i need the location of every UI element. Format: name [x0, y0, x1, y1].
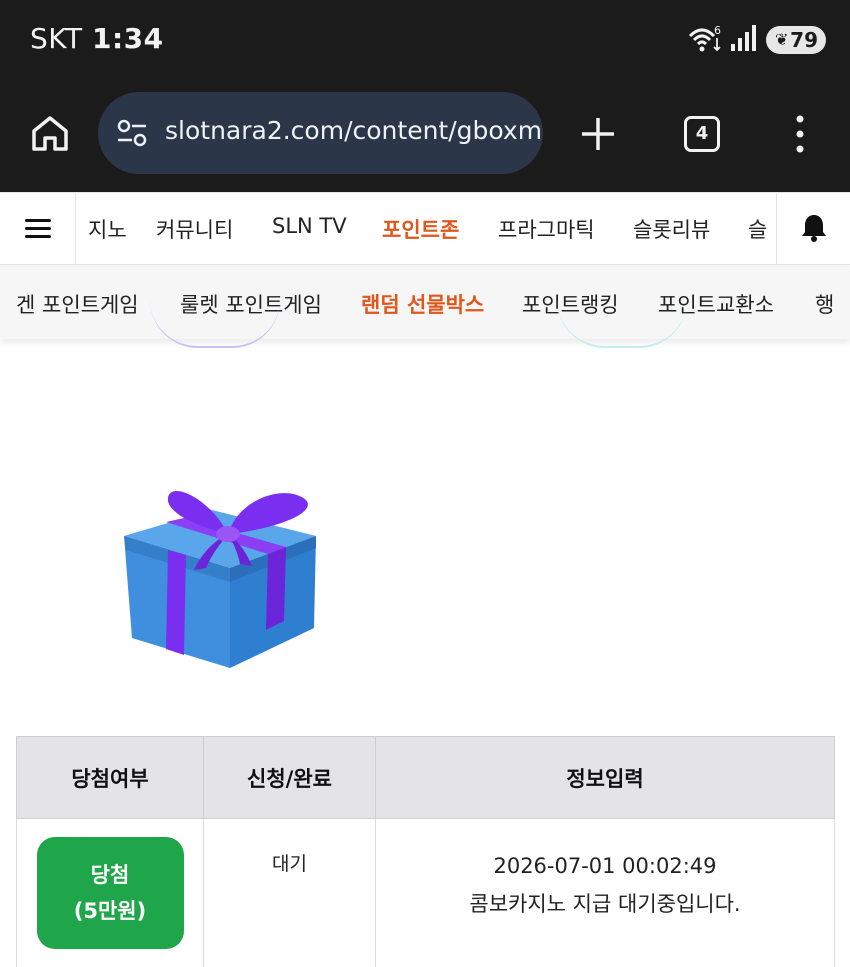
more-options-icon[interactable]: [790, 114, 810, 154]
info-message: 콤보카지노 지급 대기중입니다.: [469, 892, 741, 916]
table-row: 당첨 (5만원) 대기 2026-07-01 00:02:49 콤보카지노 지급…: [16, 818, 835, 967]
info-timestamp: 2026-07-01 00:02:49: [493, 854, 717, 878]
win-amount: (5만원): [73, 899, 147, 923]
header-apply-complete: 신청/완료: [203, 736, 376, 819]
new-tab-icon[interactable]: [580, 116, 616, 152]
secondary-nav: 겐 포인트게임 룰렛 포인트게임 랜덤 선물박스 포인트랭킹 포인트교환소 행: [0, 265, 850, 339]
signal-icon: [731, 25, 756, 51]
win-badge-button[interactable]: 당첨 (5만원): [36, 837, 184, 949]
home-icon[interactable]: [30, 113, 70, 153]
primary-nav: 지노 커뮤니티 SLN TV 포인트존 프라그마틱 슬롯리뷰 슬: [0, 192, 850, 265]
tab-switcher-button[interactable]: 4: [684, 116, 720, 152]
subnav-item-more[interactable]: 행: [815, 289, 834, 319]
wifi-icon: 6: [688, 24, 721, 52]
nav-item-casino[interactable]: 지노: [88, 214, 127, 244]
battery-indicator: ❦ 79: [766, 26, 826, 54]
carrier: SKT: [30, 22, 83, 55]
nav-item-pragmatic[interactable]: 프라그마틱: [498, 214, 595, 244]
nav-item-community[interactable]: 커뮤니티: [156, 214, 233, 244]
battery-level: 79: [790, 28, 818, 52]
result-table: 당첨여부 신청/완료 정보입력 당첨 (5만원) 대기 2026-07-01 0…: [16, 736, 835, 967]
notification-button[interactable]: [776, 193, 850, 264]
decorative-arc-right: [557, 300, 687, 348]
header-win-status: 당첨여부: [16, 736, 204, 819]
power-saving-icon: ❦: [775, 30, 789, 49]
carrier-and-time: SKT 1:34: [30, 22, 164, 55]
hamburger-menu-icon[interactable]: [0, 193, 76, 264]
decorative-arc-left: [150, 300, 280, 348]
status-bar: SKT 1:34 6 ❦ 79: [0, 0, 850, 80]
subnav-item-zen-point-game[interactable]: 겐 포인트게임: [16, 289, 139, 319]
nav-item-slot-review[interactable]: 슬롯리뷰: [633, 214, 710, 244]
win-status-cell: 당첨 (5만원): [16, 818, 204, 967]
win-label: 당첨: [90, 863, 130, 887]
nav-item-sln-tv[interactable]: SLN TV: [272, 214, 347, 238]
info-cell: 2026-07-01 00:02:49 콤보카지노 지급 대기중입니다.: [375, 818, 835, 967]
nav-item-point-zone[interactable]: 포인트존: [382, 214, 459, 244]
apply-status: 대기: [272, 853, 307, 875]
bell-icon: [802, 215, 826, 242]
header-info-input: 정보입력: [375, 736, 835, 819]
address-bar[interactable]: slotnara2.com/content/gboxm: [98, 92, 543, 174]
url-text[interactable]: slotnara2.com/content/gboxm: [165, 116, 542, 145]
browser-toolbar: slotnara2.com/content/gboxm 4: [0, 80, 850, 192]
gift-box-icon[interactable]: [110, 478, 330, 678]
site-settings-icon[interactable]: [116, 118, 148, 148]
nav-item-more[interactable]: 슬: [748, 214, 767, 244]
apply-status-cell: 대기: [203, 818, 376, 967]
wifi-badge: 6: [714, 24, 721, 37]
primary-nav-items: 지노 커뮤니티 SLN TV 포인트존 프라그마틱 슬롯리뷰 슬: [76, 193, 776, 264]
subnav-item-random-gift-box[interactable]: 랜덤 선물박스: [361, 289, 484, 319]
table-header-row: 당첨여부 신청/완료 정보입력: [16, 736, 835, 819]
clock: 1:34: [91, 22, 164, 55]
